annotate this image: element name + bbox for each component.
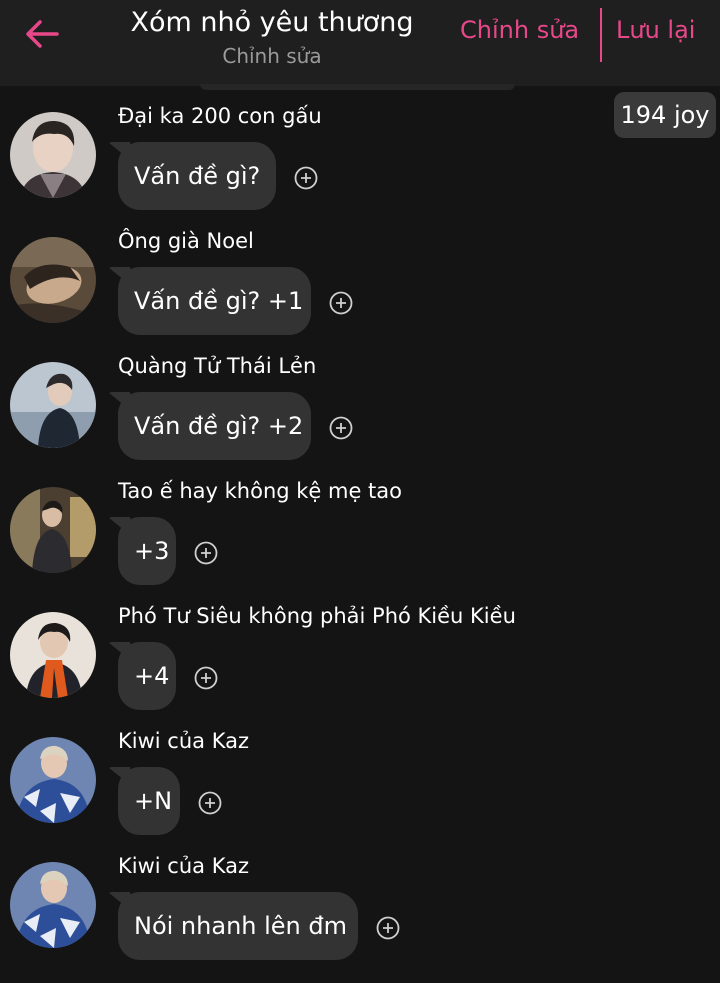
add-reaction-icon[interactable] [198, 791, 222, 815]
message-bubble[interactable]: +3 [118, 517, 176, 585]
message-bubble[interactable]: +N [118, 767, 180, 835]
sender-name: Ông già Noel [118, 229, 254, 253]
page-subtitle: Chỉnh sửa [222, 44, 322, 68]
message-row: Kiwi của Kaz +N [0, 729, 720, 857]
message-bubble[interactable]: Vấn đề gì? [118, 142, 276, 210]
avatar[interactable] [10, 237, 96, 323]
avatar[interactable] [10, 362, 96, 448]
avatar[interactable] [10, 862, 96, 948]
sender-name: Đại ka 200 con gấu [118, 104, 322, 128]
avatar[interactable] [10, 487, 96, 573]
title-block: Xóm nhỏ yêu thương Chỉnh sửa [112, 4, 432, 70]
edit-button[interactable]: Chỉnh sửa [460, 16, 579, 44]
add-reaction-icon[interactable] [376, 916, 400, 940]
message-row: Quàng Tử Thái Lẻn Vấn đề gì? +2 [0, 354, 720, 482]
header-divider [600, 8, 602, 62]
sender-name: Phó Tư Siêu không phải Phó Kiều Kiều [118, 604, 516, 628]
avatar[interactable] [10, 112, 96, 198]
add-reaction-icon[interactable] [329, 416, 353, 440]
message-row: Phó Tư Siêu không phải Phó Kiều Kiều +4 [0, 604, 720, 732]
message-row: Đại ka 200 con gấu Vấn đề gì? [0, 104, 720, 232]
back-button[interactable] [20, 12, 64, 56]
add-reaction-icon[interactable] [194, 666, 218, 690]
app-header: Xóm nhỏ yêu thương Chỉnh sửa Chỉnh sửa L… [0, 0, 720, 86]
message-bubble[interactable]: Vấn đề gì? +2 [118, 392, 311, 460]
message-row: Tao ế hay không kệ mẹ tao +3 [0, 479, 720, 607]
message-bubble[interactable]: Vấn đề gì? +1 [118, 267, 311, 335]
message-row: Kiwi của Kaz Nói nhanh lên đm [0, 854, 720, 982]
header-strip [200, 84, 515, 90]
page-title: Xóm nhỏ yêu thương [130, 7, 414, 38]
sender-name: Kiwi của Kaz [118, 729, 249, 753]
add-reaction-icon[interactable] [294, 166, 318, 190]
avatar[interactable] [10, 737, 96, 823]
add-reaction-icon[interactable] [194, 541, 218, 565]
sender-name: Kiwi của Kaz [118, 854, 249, 878]
sender-name: Tao ế hay không kệ mẹ tao [118, 479, 403, 503]
message-bubble[interactable]: Nói nhanh lên đm [118, 892, 358, 960]
sender-name: Quàng Tử Thái Lẻn [118, 354, 317, 378]
save-button[interactable]: Lưu lại [616, 16, 695, 44]
avatar[interactable] [10, 612, 96, 698]
arrow-left-icon [26, 20, 59, 48]
add-reaction-icon[interactable] [329, 291, 353, 315]
message-row: Ông già Noel Vấn đề gì? +1 [0, 229, 720, 357]
message-bubble[interactable]: +4 [118, 642, 176, 710]
